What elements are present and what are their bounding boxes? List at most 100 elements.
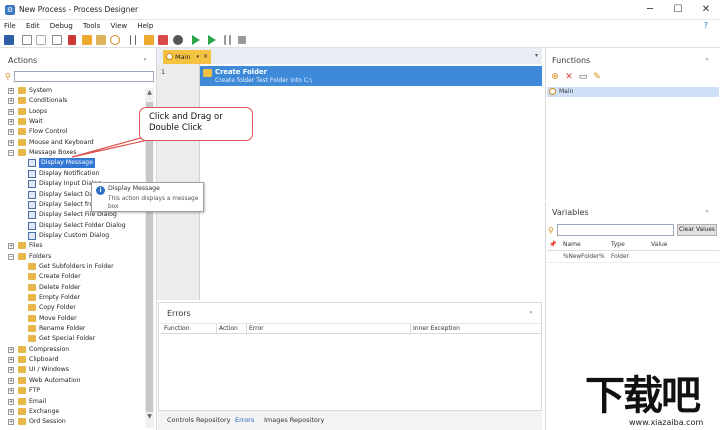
pause-icon[interactable] <box>224 35 231 45</box>
expand-icon[interactable]: + <box>8 119 14 126</box>
pin-icon[interactable]: ᵖ <box>144 57 147 64</box>
expand-icon[interactable]: + <box>8 408 14 415</box>
tree-item[interactable]: Delete Folder <box>0 283 145 293</box>
tree-item[interactable]: + Email <box>0 397 145 407</box>
run-icon[interactable] <box>192 35 200 45</box>
menu-file[interactable]: File <box>0 20 20 32</box>
menu-tools[interactable]: Tools <box>79 20 104 32</box>
tab-errors[interactable]: Errors <box>235 416 254 424</box>
minimize-button[interactable]: ─ <box>636 3 664 17</box>
tree-item[interactable]: + Flow Control <box>0 127 145 137</box>
copy-icon[interactable] <box>82 35 92 45</box>
variable-icon[interactable] <box>144 35 154 45</box>
tree-item[interactable]: Get Special Folder <box>0 334 145 344</box>
tree-item[interactable]: Empty Folder <box>0 293 145 303</box>
tab-main[interactable]: Main ▾ × <box>163 50 211 64</box>
tab-images-repository[interactable]: Images Repository <box>264 416 324 424</box>
scroll-thumb[interactable] <box>146 102 153 412</box>
tree-item[interactable]: + Clipboard <box>0 355 145 365</box>
tree-item[interactable]: − Folders <box>0 252 145 262</box>
tree-item[interactable]: Create Folder <box>0 272 145 282</box>
expand-icon[interactable]: + <box>8 388 14 395</box>
pin-icon[interactable]: ᵖ <box>706 57 709 64</box>
close-button[interactable]: ✕ <box>692 3 720 17</box>
tree-item[interactable]: + Ord Session <box>0 417 145 427</box>
tab-close-icon[interactable]: × <box>203 50 208 64</box>
tree-item[interactable]: + Wait <box>0 117 145 127</box>
tree-item[interactable]: + Web Automation <box>0 376 145 386</box>
tree-item[interactable]: + Conditionals <box>0 96 145 106</box>
redo-icon[interactable] <box>36 35 46 45</box>
cut-icon[interactable] <box>68 35 76 45</box>
pin-icon[interactable]: ᵖ <box>530 310 533 317</box>
menu-view[interactable]: View <box>107 20 132 32</box>
tree-item[interactable]: + Compression <box>0 345 145 355</box>
tree-item[interactable]: − Message Boxes <box>0 148 145 158</box>
braces-icon[interactable] <box>130 35 136 45</box>
expand-icon[interactable]: + <box>8 377 14 384</box>
edit-function-icon[interactable]: ✎ <box>592 72 602 82</box>
column-function[interactable]: Function <box>164 325 190 332</box>
debug-icon[interactable] <box>173 35 183 45</box>
tree-item[interactable]: Copy Folder <box>0 303 145 313</box>
tree-item[interactable]: Display Custom Dialog <box>0 231 145 241</box>
expand-icon[interactable]: + <box>8 88 14 94</box>
scroll-up-icon[interactable]: ▲ <box>145 88 154 97</box>
tree-item[interactable]: + Files <box>0 241 145 251</box>
variables-search-input[interactable] <box>557 224 674 236</box>
rename-function-icon[interactable]: ▭ <box>578 72 588 82</box>
tab-controls-repository[interactable]: Controls Repository <box>167 416 231 424</box>
expand-icon[interactable]: + <box>8 243 14 250</box>
help-icon[interactable]: ? <box>700 20 712 32</box>
paste-icon[interactable] <box>96 35 106 45</box>
expand-icon[interactable]: + <box>8 139 14 146</box>
tree-item[interactable]: + System <box>0 86 145 96</box>
expand-icon[interactable]: + <box>8 346 14 353</box>
column-value[interactable]: Value <box>651 241 667 248</box>
tree-item[interactable]: + UI / Windows <box>0 365 145 375</box>
run-step-icon[interactable] <box>208 35 216 45</box>
collapse-icon[interactable]: − <box>8 150 14 157</box>
menu-debug[interactable]: Debug <box>46 20 77 32</box>
stop-icon[interactable] <box>238 36 246 44</box>
scroll-down-icon[interactable]: ▼ <box>145 412 154 421</box>
editor-menu-arrow-icon[interactable]: ▾ <box>535 52 538 59</box>
tree-item[interactable]: Display Message <box>0 158 145 169</box>
delete-function-icon[interactable]: ✕ <box>564 72 574 82</box>
tree-item[interactable]: + FTP <box>0 386 145 396</box>
maximize-button[interactable]: ☐ <box>664 3 692 17</box>
undo-icon[interactable] <box>22 35 32 45</box>
breakpoint-icon[interactable] <box>158 35 168 45</box>
expand-icon[interactable]: + <box>8 357 14 364</box>
clear-values-button[interactable]: Clear Values <box>677 224 717 236</box>
step-into-icon[interactable] <box>52 35 62 45</box>
tree-item[interactable]: Get Subfolders in Folder <box>0 262 145 272</box>
tree-item[interactable]: Move Folder <box>0 314 145 324</box>
expand-icon[interactable]: + <box>8 419 14 426</box>
expand-icon[interactable]: + <box>8 129 14 136</box>
tree-item[interactable]: + Exchange <box>0 407 145 417</box>
step-create-folder[interactable]: Create Folder Create folder Test Folder … <box>200 66 542 86</box>
tree-item[interactable]: + Mouse and Keyboard <box>0 138 145 148</box>
column-inner-exception[interactable]: Inner Exception <box>413 325 460 332</box>
pin-icon[interactable]: ᵖ <box>706 209 709 216</box>
function-item-main[interactable]: Main <box>547 87 719 97</box>
save-icon[interactable] <box>4 35 14 45</box>
tree-item[interactable]: + Loops <box>0 107 145 117</box>
collapse-icon[interactable]: − <box>8 253 14 260</box>
expand-icon[interactable]: + <box>8 108 14 115</box>
add-function-icon[interactable]: ⊕ <box>550 72 560 82</box>
expand-icon[interactable]: + <box>8 98 14 105</box>
column-name[interactable]: Name <box>563 241 581 248</box>
variable-row[interactable]: %NewFolder% Folder <box>547 252 719 263</box>
tree-item[interactable]: Rename Folder <box>0 324 145 334</box>
expand-icon[interactable]: + <box>8 367 14 374</box>
actions-search-input[interactable] <box>14 71 154 82</box>
menu-edit[interactable]: Edit <box>22 20 44 32</box>
find-icon[interactable] <box>110 35 120 45</box>
tree-item[interactable]: Display Notification <box>0 169 145 179</box>
menu-help[interactable]: Help <box>133 20 157 32</box>
column-error[interactable]: Error <box>249 325 264 332</box>
tree-item[interactable]: Display Select Folder Dialog <box>0 221 145 231</box>
tab-dropdown-icon[interactable]: ▾ <box>196 50 199 64</box>
